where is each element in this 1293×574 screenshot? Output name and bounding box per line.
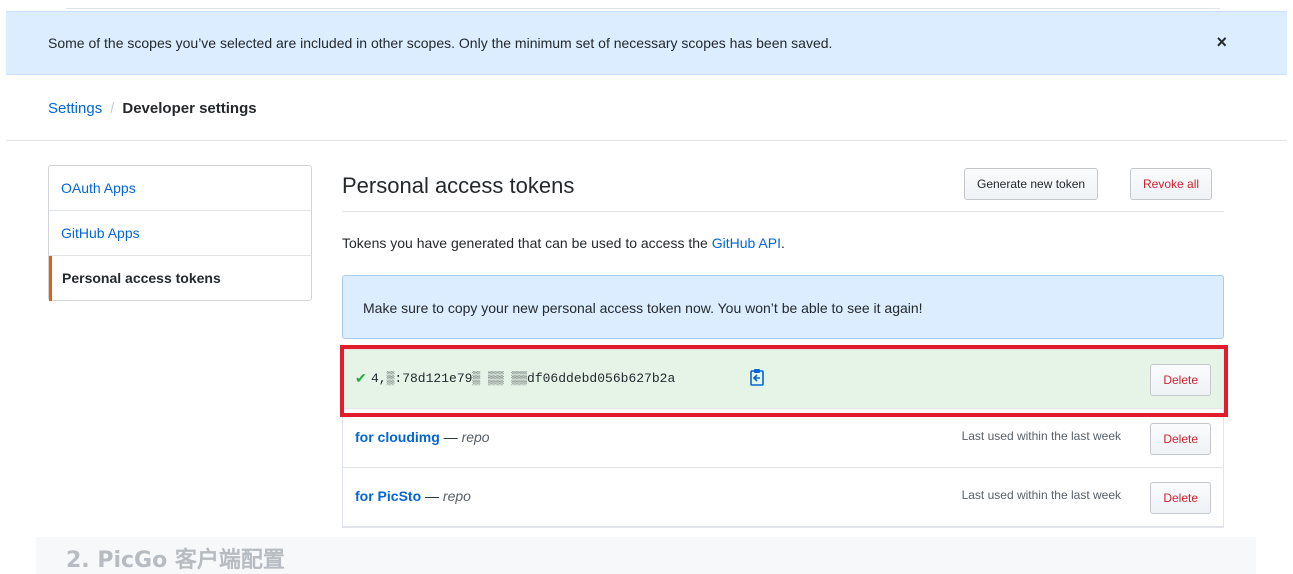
sidebar-item-github-apps[interactable]: GitHub Apps xyxy=(49,211,311,256)
check-icon: ✔ xyxy=(355,370,367,386)
token-dash: — xyxy=(421,488,443,504)
lead-text: Tokens you have generated that can be us… xyxy=(342,235,785,251)
header-divider xyxy=(6,140,1287,141)
lead-text-body: Tokens you have generated that can be us… xyxy=(342,235,712,251)
new-token-row: ✔ 4,▒:78d121e79▒ ▒▒ ▒▒df06ddebd056b627b2… xyxy=(343,350,1223,409)
sidebar-item-oauth-apps[interactable]: OAuth Apps xyxy=(49,166,311,211)
token-last-used: Last used within the last week xyxy=(961,488,1121,502)
token-description: for PicSto — repo xyxy=(355,488,471,504)
breadcrumb-separator: / xyxy=(110,100,115,117)
previous-page-edge xyxy=(66,0,1220,9)
delete-token-button[interactable]: Delete xyxy=(1150,423,1211,455)
lead-text-end: . xyxy=(780,235,785,251)
main-content: Personal access tokens Generate new toke… xyxy=(342,165,1224,528)
token-dash: — xyxy=(439,429,462,445)
token-last-used: Last used within the last week xyxy=(961,429,1121,443)
copy-token-notice: Make sure to copy your new personal acce… xyxy=(342,275,1224,339)
token-scope: repo xyxy=(461,429,490,445)
generate-new-token-button[interactable]: Generate new token xyxy=(964,168,1099,200)
token-name-link[interactable]: for cloudimg xyxy=(355,429,440,445)
close-icon[interactable]: × xyxy=(1216,32,1227,53)
token-row: for cloudimg — repo Last used within the… xyxy=(343,409,1223,468)
token-list: ✔ 4,▒:78d121e79▒ ▒▒ ▒▒df06ddebd056b627b2… xyxy=(342,349,1224,528)
breadcrumb-current: Developer settings xyxy=(122,100,257,117)
breadcrumb: Settings / Developer settings xyxy=(48,100,257,117)
token-name-link[interactable]: for PicSto xyxy=(355,488,421,504)
delete-token-button[interactable]: Delete xyxy=(1150,482,1211,514)
article-heading: 2. PicGo 客户端配置 xyxy=(66,548,285,573)
flash-message: Some of the scopes you’ve selected are i… xyxy=(48,35,833,51)
token-description: for cloudimg — repo xyxy=(355,429,490,445)
article-heading-bar: 2. PicGo 客户端配置 xyxy=(36,537,1256,574)
sidebar-item-personal-access-tokens[interactable]: Personal access tokens xyxy=(49,256,311,301)
page-title: Personal access tokens xyxy=(342,173,575,198)
subhead: Personal access tokens Generate new toke… xyxy=(342,165,1224,212)
delete-token-button[interactable]: Delete xyxy=(1150,364,1211,396)
revoke-all-button[interactable]: Revoke all xyxy=(1130,168,1213,200)
breadcrumb-settings-link[interactable]: Settings xyxy=(48,100,102,117)
token-row: for PicSto — repo Last used within the l… xyxy=(343,468,1223,527)
clipboard-icon[interactable] xyxy=(749,368,765,386)
notice-text: Make sure to copy your new personal acce… xyxy=(363,300,923,316)
flash-banner: Some of the scopes you’ve selected are i… xyxy=(6,11,1287,75)
settings-sidebar: OAuth Apps GitHub Apps Personal access t… xyxy=(48,165,312,301)
token-scope: repo xyxy=(442,488,471,504)
token-value[interactable]: 4,▒:78d121e79▒ ▒▒ ▒▒df06ddebd056b627b2a xyxy=(371,371,675,386)
github-api-link[interactable]: GitHub API xyxy=(712,235,781,251)
